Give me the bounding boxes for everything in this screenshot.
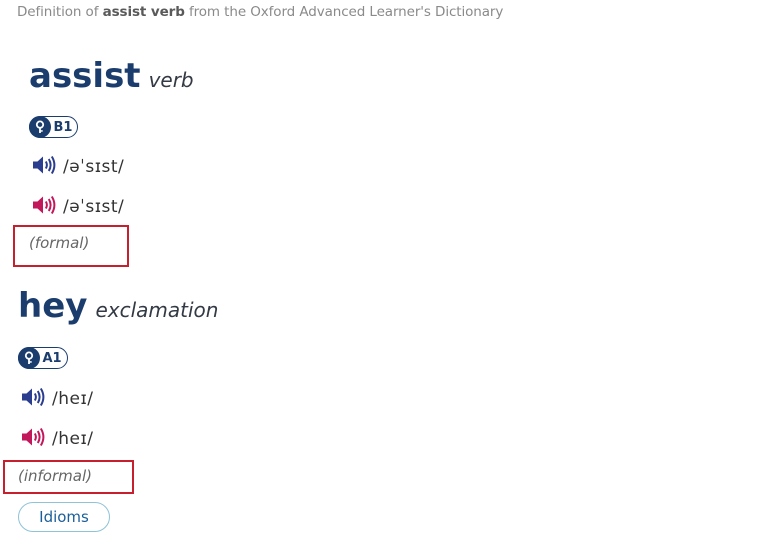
headword-text: assist	[29, 56, 141, 96]
speaker-icon[interactable]	[32, 195, 58, 219]
pronunciation-british: /əˈsɪst/	[32, 155, 125, 179]
ipa-text: /əˈsɪst/	[63, 197, 125, 217]
entry-headword: assist verb	[29, 56, 194, 96]
entry-headword: hey exclamation	[18, 286, 218, 326]
speaker-icon[interactable]	[21, 387, 47, 411]
highlight-box	[13, 225, 129, 267]
ipa-text: /heɪ/	[52, 389, 94, 409]
pronunciation-british: /heɪ/	[21, 387, 94, 411]
part-of-speech: verb	[148, 68, 194, 92]
ipa-text: /əˈsɪst/	[63, 157, 125, 177]
level-label: A1	[42, 350, 62, 366]
idioms-button[interactable]: Idioms	[18, 502, 110, 532]
level-badge[interactable]: B1	[28, 116, 79, 138]
caption-prefix: Definition of	[17, 4, 99, 20]
highlight-box	[3, 460, 134, 494]
level-badge[interactable]: A1	[17, 347, 68, 369]
ipa-text: /heɪ/	[52, 429, 94, 449]
caption-suffix: from the Oxford Advanced Learner's Dicti…	[188, 4, 504, 20]
key-icon	[28, 116, 51, 138]
pronunciation-american: /əˈsɪst/	[32, 195, 125, 219]
level-label: B1	[53, 119, 73, 135]
speaker-icon[interactable]	[32, 155, 58, 179]
headword-text: hey	[18, 286, 88, 326]
speaker-icon[interactable]	[21, 427, 47, 451]
page-caption: Definition of assist verb from the Oxfor…	[17, 4, 503, 20]
key-icon	[17, 347, 40, 369]
caption-term: assist verb	[102, 4, 185, 20]
part-of-speech: exclamation	[95, 298, 219, 322]
pronunciation-american: /heɪ/	[21, 427, 94, 451]
